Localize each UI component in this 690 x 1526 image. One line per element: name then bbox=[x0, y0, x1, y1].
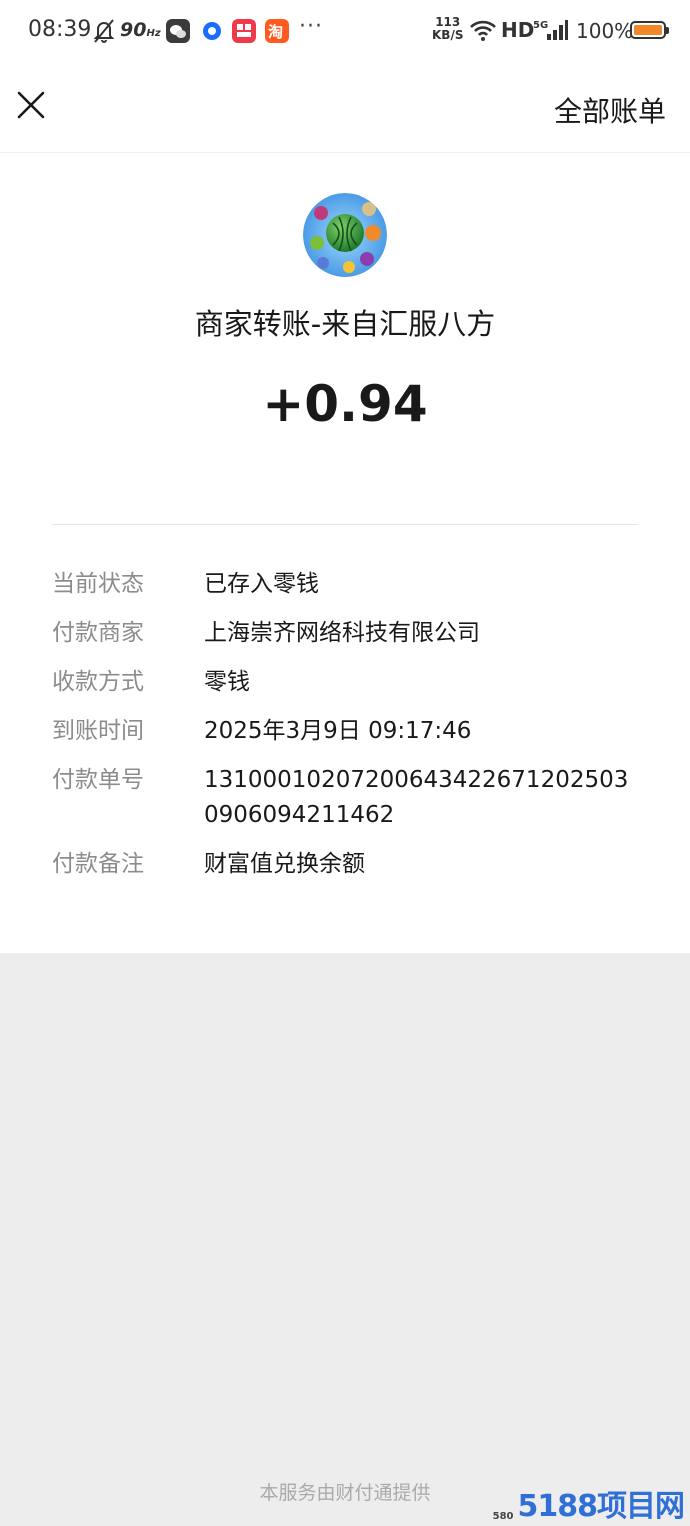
divider bbox=[52, 524, 638, 525]
detail-row-time: 到账时间 2025年3月9日 09:17:46 bbox=[52, 714, 642, 749]
nav-bar: 全部账单 bbox=[0, 64, 690, 153]
detail-row-merchant: 付款商家 上海崇齐网络科技有限公司 bbox=[52, 616, 642, 651]
detail-label: 付款单号 bbox=[52, 767, 144, 793]
merchant-title: 商家转账-来自汇服八方 bbox=[194, 307, 496, 341]
detail-value: 已存入零钱 bbox=[204, 571, 319, 597]
wifi-icon bbox=[470, 20, 496, 41]
wechat-app-icon bbox=[166, 19, 190, 43]
merchant-avatar bbox=[303, 193, 387, 277]
svg-text:淘: 淘 bbox=[267, 23, 283, 41]
detail-label: 收款方式 bbox=[52, 669, 144, 695]
detail-label: 到账时间 bbox=[52, 718, 144, 744]
all-bills-button[interactable]: 全部账单 bbox=[554, 90, 666, 130]
watermark: 580 5188项目网 bbox=[492, 1489, 685, 1524]
detail-label: 当前状态 bbox=[52, 571, 144, 597]
detail-row-order-number: 付款单号 13100010207200643422671202503090609… bbox=[52, 763, 642, 833]
status-bar: 08:39 90Hz 淘 ··· 113 KB/S HD 5G 100% bbox=[0, 0, 690, 64]
status-time: 08:39 bbox=[28, 17, 92, 42]
detail-value: 上海崇齐网络科技有限公司 bbox=[204, 620, 480, 646]
mute-icon bbox=[93, 19, 115, 43]
detail-row-status: 当前状态 已存入零钱 bbox=[52, 567, 642, 602]
detail-value: 零钱 bbox=[204, 669, 250, 695]
signal-icon: 5G bbox=[533, 20, 568, 40]
battery-icon bbox=[630, 21, 669, 39]
order-number-value[interactable]: 1310001020720064342267120250309060942114… bbox=[204, 763, 642, 833]
detail-label: 付款商家 bbox=[52, 620, 144, 646]
watermark-logo: 5188项目网 bbox=[517, 1489, 685, 1524]
detail-value: 财富值兑换余额 bbox=[204, 851, 365, 877]
refresh-rate: 90Hz bbox=[120, 19, 161, 41]
browser-app-icon bbox=[200, 19, 224, 43]
detail-value: 2025年3月9日 09:17:46 bbox=[204, 718, 472, 744]
detail-label: 付款备注 bbox=[52, 851, 144, 877]
detail-list: 当前状态 已存入零钱 付款商家 上海崇齐网络科技有限公司 收款方式 零钱 到账时… bbox=[52, 567, 642, 896]
detail-row-remark: 付款备注 财富值兑换余额 bbox=[52, 847, 642, 882]
transaction-amount: +0.94 bbox=[262, 375, 428, 433]
hd-indicator: HD bbox=[501, 18, 535, 42]
svg-text:5G: 5G bbox=[533, 20, 548, 31]
video-app-icon bbox=[232, 19, 256, 43]
network-speed: 113 KB/S bbox=[432, 15, 464, 42]
more-notifications-icon: ··· bbox=[299, 14, 323, 39]
watermark-small: 580 bbox=[492, 1511, 514, 1522]
close-icon[interactable] bbox=[10, 84, 52, 126]
detail-row-method: 收款方式 零钱 bbox=[52, 665, 642, 700]
battery-percent: 100% bbox=[576, 19, 634, 43]
transaction-card: 商家转账-来自汇服八方 +0.94 当前状态 已存入零钱 付款商家 上海崇齐网络… bbox=[0, 153, 690, 953]
taobao-app-icon: 淘 bbox=[265, 19, 289, 43]
